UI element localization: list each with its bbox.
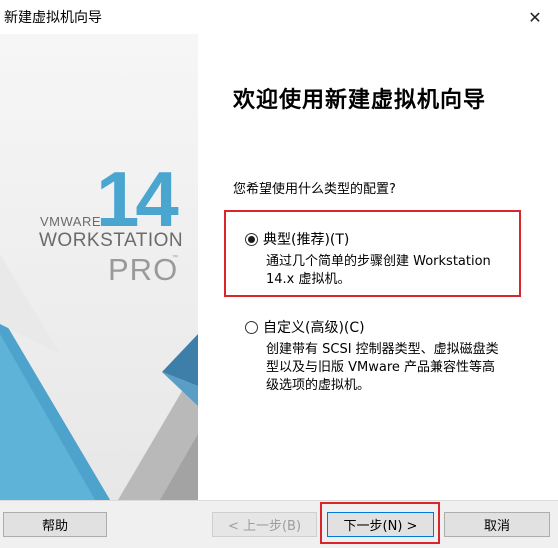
radio-typical[interactable]: 典型(推荐)(T) xyxy=(245,229,349,249)
version-number: 14 xyxy=(96,155,179,243)
radio-custom-label: 自定义(高级)(C) xyxy=(263,320,365,336)
typical-description-line: 通过几个简单的步骤创建 Workstation xyxy=(266,254,491,269)
custom-description: 创建带有 SCSI 控制器类型、虚拟磁盘类 型以及与旧版 VMware 产品兼容… xyxy=(266,341,499,395)
edition-name: PRO xyxy=(108,252,179,287)
radio-custom[interactable]: 自定义(高级)(C) xyxy=(245,317,365,337)
product-name: WORKSTATION xyxy=(39,230,184,251)
typical-description-line: 14.x 虚拟机。 xyxy=(266,272,351,287)
radio-typical-label: 典型(推荐)(T) xyxy=(263,232,350,248)
back-button[interactable]: < 上一步(B) xyxy=(212,512,317,537)
custom-description-line: 创建带有 SCSI 控制器类型、虚拟磁盘类 xyxy=(266,342,499,357)
config-question: 您希望使用什么类型的配置? xyxy=(233,182,396,197)
page-title: 欢迎使用新建虚拟机向导 xyxy=(233,88,487,113)
title-bar: 新建虚拟机向导 ✕ xyxy=(0,0,558,34)
typical-description: 通过几个简单的步骤创建 Workstation 14.x 虚拟机。 xyxy=(266,253,491,289)
vendor-name: VMWARE xyxy=(40,214,102,229)
radio-unselected-icon[interactable] xyxy=(245,320,258,334)
custom-description-line: 型以及与旧版 VMware 产品兼容性等高 xyxy=(266,360,496,375)
window-title: 新建虚拟机向导 xyxy=(4,10,102,26)
trademark-mark: ™ xyxy=(172,255,178,261)
next-button-highlight xyxy=(320,502,440,544)
custom-description-line: 级选项的虚拟机。 xyxy=(266,378,371,393)
close-icon[interactable]: ✕ xyxy=(512,0,558,34)
product-banner: 14 VMWARE WORKSTATION PRO ™ xyxy=(0,34,198,500)
cancel-button[interactable]: 取消 xyxy=(444,512,550,537)
radio-selected-icon[interactable] xyxy=(245,232,258,246)
help-button[interactable]: 帮助 xyxy=(3,512,107,537)
